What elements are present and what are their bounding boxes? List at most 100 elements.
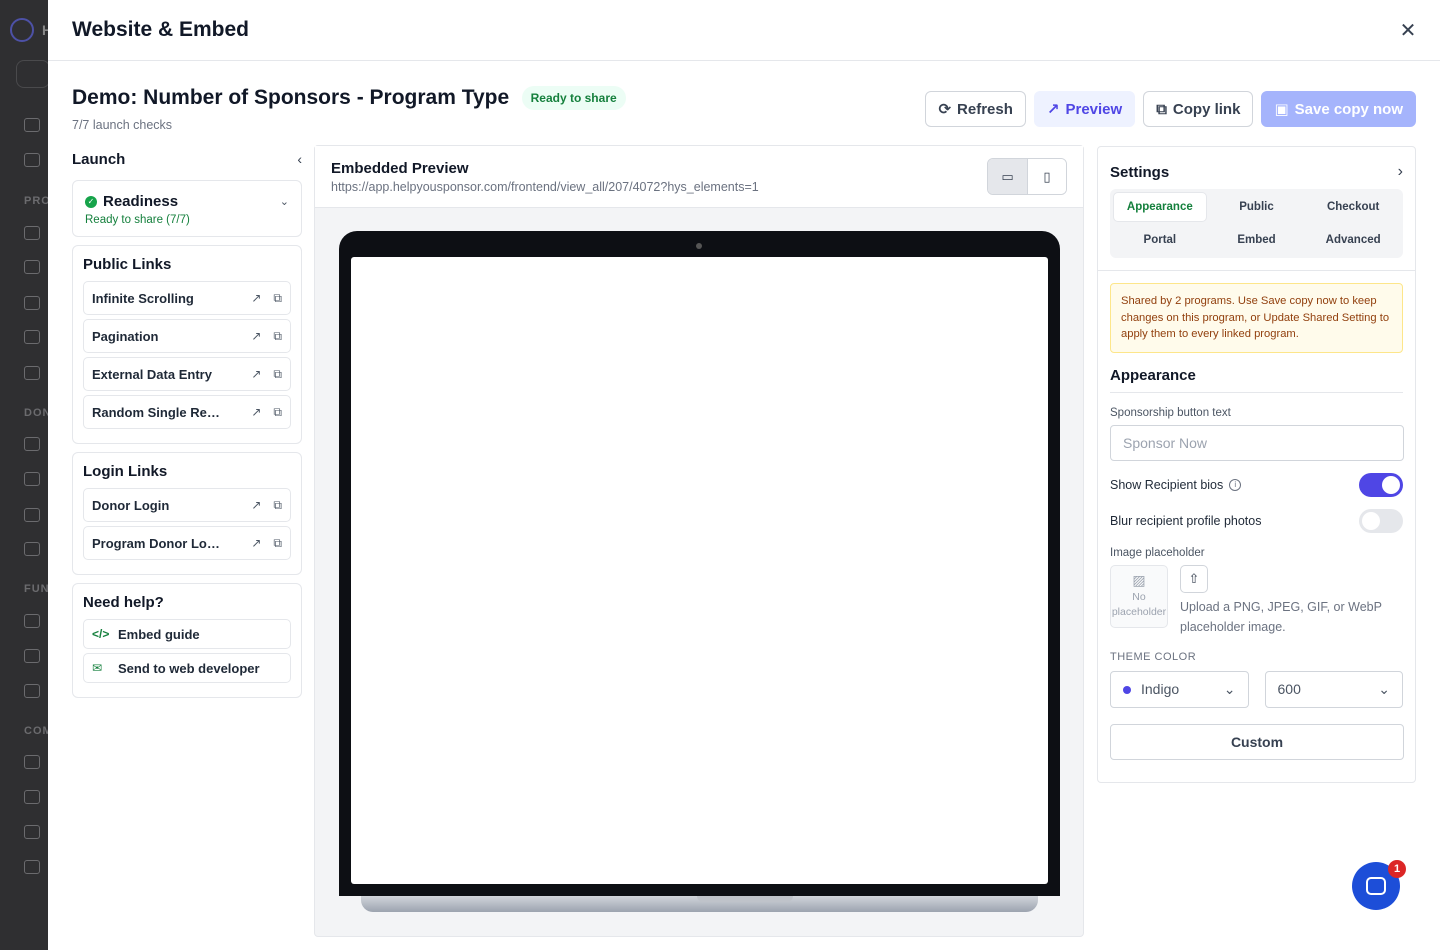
bg-nav-icon (24, 153, 40, 167)
launch-title: Launch (72, 150, 126, 168)
open-external-icon[interactable]: ↗ (251, 536, 261, 551)
chevron-down-icon: ⌄ (279, 196, 289, 208)
info-icon[interactable]: i (1229, 478, 1242, 491)
readiness-status: Ready to share (7/7) (85, 214, 190, 226)
image-icon: ▨ (1132, 571, 1146, 588)
laptop-frame (339, 231, 1060, 896)
save-icon: ▣ (1274, 101, 1289, 118)
bg-nav-icon (24, 860, 40, 874)
chat-launcher-button[interactable]: 1 (1352, 860, 1406, 910)
readiness-title: Readiness (103, 193, 179, 210)
bg-nav-icon (24, 755, 40, 769)
save-copy-label: Save copy now (1294, 100, 1403, 118)
copy-link-button[interactable]: ⧉ Copy link (1143, 91, 1254, 127)
theme-color-select[interactable]: Indigo ⌄ (1110, 670, 1249, 708)
upload-icon[interactable]: ⇧ (1180, 564, 1208, 593)
external-link-icon: ↗ (1046, 101, 1060, 118)
blur-photos-toggle[interactable] (1359, 508, 1403, 533)
mail-icon: ✉ (92, 661, 103, 675)
bg-nav-icon (24, 118, 40, 132)
readiness-title-wrap: ✓ Readiness (85, 193, 178, 210)
theme-color-value: Indigo (1141, 681, 1180, 697)
settings-title: Settings (1110, 163, 1170, 181)
blur-photos-row: Blur recipient profile photos (1110, 508, 1403, 533)
show-bios-label: Show Recipient bios (1110, 477, 1224, 492)
bg-nav-icon (24, 472, 40, 486)
copy-icon[interactable]: ⧉ (273, 329, 282, 344)
custom-color-button[interactable]: Custom (1110, 723, 1404, 760)
embed-guide-link[interactable]: </> Embed guide (83, 619, 291, 649)
copy-icon[interactable]: ⧉ (273, 367, 282, 382)
desktop-icon[interactable]: ▭ (988, 159, 1027, 194)
placeholder-preview: ▨ No placeholder (1110, 564, 1168, 628)
send-to-developer-link[interactable]: ✉ Send to web developer (83, 653, 291, 683)
website-embed-modal: Website & Embed ✕ Demo: Number of Sponso… (48, 0, 1440, 950)
tab-embed[interactable]: Embed (1210, 225, 1304, 255)
show-bios-label-wrap: Show Recipient bios i (1110, 477, 1242, 492)
login-link-row: Donor Login ↗ ⧉ (83, 488, 291, 522)
program-header: Demo: Number of Sponsors - Program Type … (72, 86, 626, 110)
bg-nav-icon (24, 508, 40, 522)
preview-title: Embedded Preview (331, 160, 469, 177)
readiness-header: ✓ Readiness ⌄ (83, 191, 291, 212)
sponsor-button-text-input[interactable] (1110, 424, 1404, 461)
chat-icon (1366, 877, 1386, 895)
bg-section-label: PRO (24, 195, 51, 207)
public-link-row: Infinite Scrolling ↗ ⧉ (83, 281, 291, 315)
readiness-card[interactable]: ✓ Readiness ⌄ Ready to share (7/7) (72, 180, 302, 237)
image-placeholder-row: ▨ No placeholder ⇧ Upload a PNG, JPEG, G… (1110, 564, 1403, 637)
public-link-label: External Data Entry (92, 366, 212, 382)
appearance-section-title: Appearance (1110, 367, 1403, 393)
settings-header: Settings › (1098, 147, 1415, 189)
notification-badge: 1 (1388, 860, 1406, 878)
theme-shade-select[interactable]: 600 ⌄ (1264, 670, 1403, 708)
chevron-down-icon: ⌄ (1223, 680, 1236, 697)
theme-color-value-wrap: Indigo (1123, 681, 1179, 697)
no-placeholder-text: No placeholder (1111, 590, 1167, 618)
preview-screen[interactable] (351, 257, 1048, 884)
collapse-chevron-right-icon[interactable]: › (1398, 163, 1403, 181)
copy-icon: ⧉ (1156, 100, 1167, 118)
code-icon: </> (92, 627, 110, 641)
login-links-title: Login Links (83, 463, 168, 480)
copy-icon[interactable]: ⧉ (273, 498, 282, 513)
preview-button[interactable]: ↗ Preview (1033, 91, 1136, 127)
open-external-icon[interactable]: ↗ (251, 405, 261, 420)
collapse-chevron-left-icon[interactable]: ‹ (297, 151, 302, 167)
open-external-icon[interactable]: ↗ (251, 329, 261, 344)
mobile-icon[interactable]: ▯ (1027, 159, 1066, 194)
modal-header: Website & Embed ✕ (48, 0, 1440, 61)
tab-advanced[interactable]: Advanced (1306, 225, 1400, 255)
show-bios-toggle[interactable] (1359, 472, 1403, 497)
tab-public[interactable]: Public (1210, 192, 1304, 222)
refresh-button[interactable]: ⟳ Refresh (925, 91, 1026, 127)
bg-nav-icon (24, 649, 40, 663)
login-link-label: Program Donor Login (92, 535, 222, 551)
public-links-title: Public Links (83, 256, 172, 273)
save-copy-button[interactable]: ▣ Save copy now (1261, 91, 1416, 127)
copy-icon[interactable]: ⧉ (273, 536, 282, 551)
tab-checkout[interactable]: Checkout (1306, 192, 1400, 222)
close-icon[interactable]: ✕ (1396, 18, 1420, 42)
bg-nav-icon (24, 226, 40, 240)
bg-nav-icon (24, 437, 40, 451)
open-external-icon[interactable]: ↗ (251, 367, 261, 382)
laptop-base (361, 896, 1038, 912)
tab-appearance[interactable]: Appearance (1113, 192, 1207, 222)
image-placeholder-label: Image placeholder (1110, 546, 1205, 559)
refresh-label: Refresh (957, 100, 1013, 118)
theme-color-label: THEME COLOR (1110, 650, 1197, 663)
open-external-icon[interactable]: ↗ (251, 498, 261, 513)
tab-portal[interactable]: Portal (1113, 225, 1207, 255)
launch-panel: Launch ‹ ✓ Readiness ⌄ Ready to share (7… (72, 146, 302, 698)
bg-nav-icon (24, 330, 40, 344)
blur-photos-label: Blur recipient profile photos (1110, 513, 1262, 528)
copy-icon[interactable]: ⧉ (273, 291, 282, 306)
refresh-icon: ⟳ (938, 101, 952, 118)
preview-url: https://app.helpyousponsor.com/frontend/… (331, 180, 759, 194)
help-item-label: Send to web developer (118, 660, 260, 676)
public-link-label: Pagination (92, 328, 159, 344)
open-external-icon[interactable]: ↗ (251, 291, 261, 306)
copy-icon[interactable]: ⧉ (273, 405, 282, 420)
help-title: Need help? (83, 594, 164, 611)
